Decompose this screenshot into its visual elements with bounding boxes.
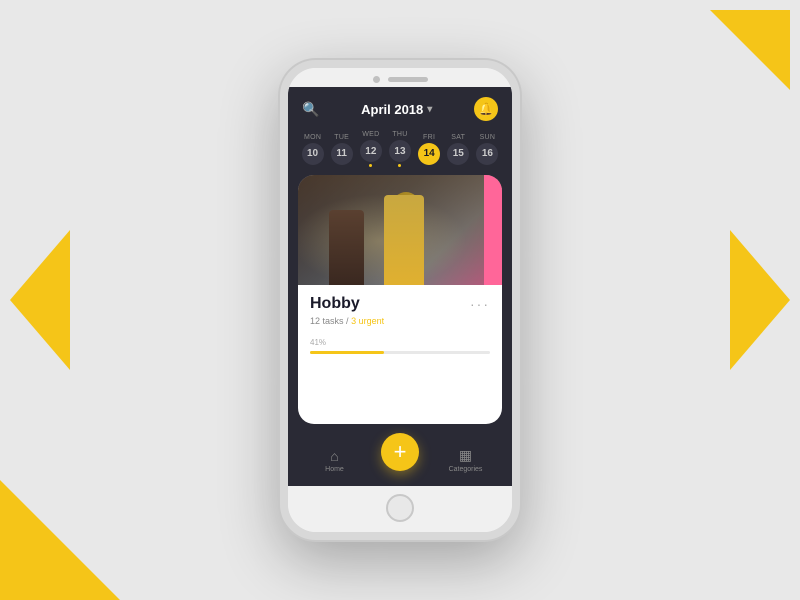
month-year-label: April 2018 bbox=[361, 102, 423, 117]
cal-day-name-tue: TUE bbox=[334, 134, 349, 141]
phone-camera bbox=[373, 76, 380, 83]
notification-icon: 🔔 bbox=[479, 102, 494, 116]
nav-categories[interactable]: ▦ Categories bbox=[419, 447, 512, 473]
cal-day-name-thu: THU bbox=[392, 131, 407, 138]
phone-top-bar bbox=[288, 68, 512, 87]
card-subtitle: 12 tasks / 3 urgent bbox=[310, 316, 490, 326]
cal-day-num-wed: 12 bbox=[360, 140, 382, 162]
progress-bar-bg bbox=[310, 351, 490, 354]
categories-label: Categories bbox=[449, 466, 483, 473]
cal-day-num-sat: 15 bbox=[447, 143, 469, 165]
header-title-area: April 2018 ▾ bbox=[361, 102, 432, 117]
tasks-count: 12 tasks bbox=[310, 316, 344, 326]
progress-label: 41% bbox=[310, 338, 490, 347]
cal-day-sun[interactable]: SUN 16 bbox=[476, 134, 498, 165]
fab-add-button[interactable]: + bbox=[381, 433, 419, 471]
card-body: Hobby ··· 12 tasks / 3 urgent 41% bbox=[298, 285, 502, 424]
deco-chevron-right bbox=[720, 230, 800, 370]
bottom-nav: ⌂ Home + ▦ Categories bbox=[288, 434, 512, 486]
cal-day-name-sat: SAT bbox=[451, 134, 465, 141]
progress-bar-fill bbox=[310, 351, 384, 354]
cal-day-name-mon: MON bbox=[304, 134, 321, 141]
cal-day-name-fri: FRI bbox=[423, 134, 435, 141]
cal-day-thu[interactable]: THU 13 bbox=[389, 131, 411, 167]
cal-day-wed[interactable]: WED 12 bbox=[360, 131, 382, 167]
categories-icon: ▦ bbox=[459, 447, 472, 464]
progress-container: 41% bbox=[310, 338, 490, 354]
figure-left bbox=[329, 210, 364, 285]
cal-day-mon[interactable]: MON 10 bbox=[302, 134, 324, 165]
card-pink-stripe bbox=[484, 175, 502, 285]
hobby-card[interactable]: Hobby ··· 12 tasks / 3 urgent 41% bbox=[298, 175, 502, 424]
deco-chevron-left bbox=[0, 230, 80, 370]
cal-day-num-mon: 10 bbox=[302, 143, 324, 165]
phone-speaker bbox=[388, 77, 428, 82]
search-icon[interactable]: 🔍 bbox=[302, 101, 319, 118]
card-title-row: Hobby ··· bbox=[310, 295, 490, 313]
phone-bottom-bar bbox=[288, 486, 512, 532]
home-label: Home bbox=[325, 466, 344, 473]
home-button[interactable] bbox=[386, 494, 414, 522]
fab-plus-icon: + bbox=[394, 439, 407, 465]
cal-day-fri[interactable]: FRI 14 bbox=[418, 134, 440, 165]
notification-button[interactable]: 🔔 bbox=[474, 97, 498, 121]
cal-dot-wed bbox=[369, 164, 372, 167]
deco-corner-bottom-left bbox=[0, 480, 120, 600]
deco-triangle-top-right bbox=[710, 10, 790, 90]
cal-day-name-wed: WED bbox=[362, 131, 379, 138]
card-title: Hobby bbox=[310, 295, 360, 313]
cal-day-tue[interactable]: TUE 11 bbox=[331, 134, 353, 165]
cal-day-num-fri-active: 14 bbox=[418, 143, 440, 165]
app-content: Hobby ··· 12 tasks / 3 urgent 41% bbox=[288, 175, 512, 434]
app-header: 🔍 April 2018 ▾ 🔔 bbox=[288, 87, 512, 127]
cal-dot-thu bbox=[398, 164, 401, 167]
phone-frame: 🔍 April 2018 ▾ 🔔 MON 10 TUE 11 WED 12 bbox=[280, 60, 520, 540]
app-screen: 🔍 April 2018 ▾ 🔔 MON 10 TUE 11 WED 12 bbox=[288, 87, 512, 486]
nav-home[interactable]: ⌂ Home bbox=[288, 448, 381, 473]
chevron-down-icon[interactable]: ▾ bbox=[427, 104, 432, 115]
figure-right-legs bbox=[384, 195, 424, 285]
card-image bbox=[298, 175, 502, 285]
calendar-strip: MON 10 TUE 11 WED 12 THU 13 FRI 14 bbox=[288, 127, 512, 175]
cal-day-num-thu: 13 bbox=[389, 140, 411, 162]
cal-day-name-sun: SUN bbox=[480, 134, 496, 141]
urgent-count: 3 urgent bbox=[351, 316, 384, 326]
home-icon: ⌂ bbox=[330, 448, 338, 464]
cal-day-sat[interactable]: SAT 15 bbox=[447, 134, 469, 165]
cal-day-num-sun: 16 bbox=[476, 143, 498, 165]
cal-day-num-tue: 11 bbox=[331, 143, 353, 165]
card-menu-button[interactable]: ··· bbox=[470, 296, 490, 312]
